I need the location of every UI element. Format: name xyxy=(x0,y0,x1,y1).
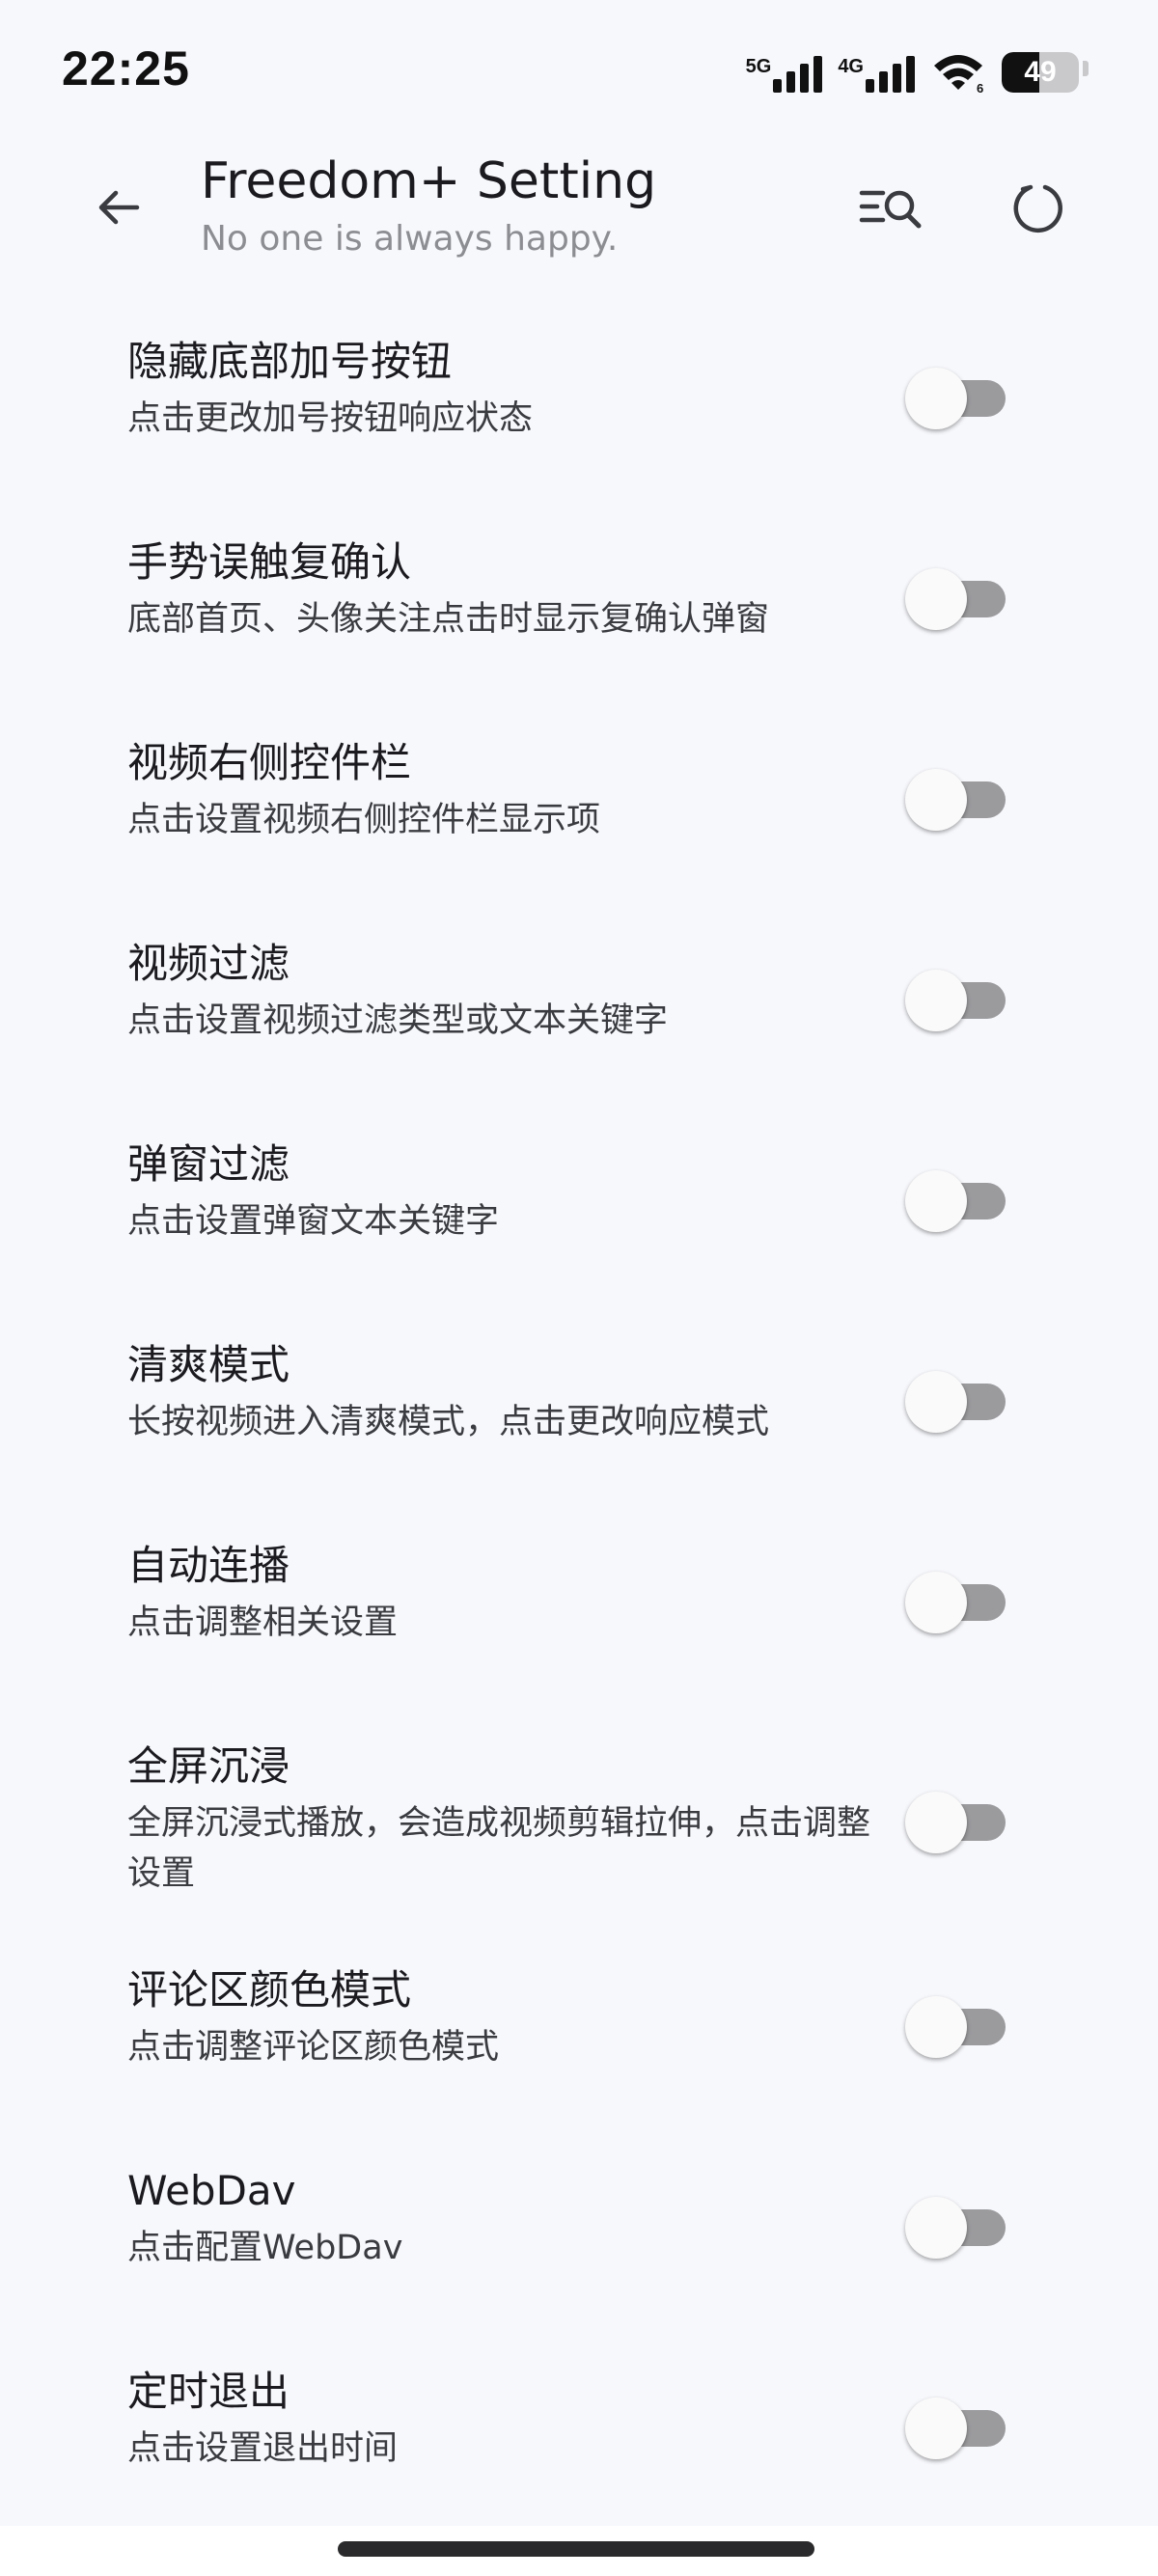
setting-text: 全屏沉浸全屏沉浸式播放，会造成视频剪辑拉伸，点击调整设置 xyxy=(127,1739,890,1899)
title-block: Freedom+ Setting No one is always happy. xyxy=(201,151,656,262)
setting-title: 隐藏底部加号按钮 xyxy=(127,338,453,385)
toggle-switch[interactable] xyxy=(903,2397,1009,2459)
setting-title: 视频过滤 xyxy=(127,940,290,987)
setting-item[interactable]: 视频过滤点击设置视频过滤类型或文本关键字 xyxy=(0,930,1158,1131)
setting-title: 清爽模式 xyxy=(127,1341,290,1388)
list-search-icon xyxy=(859,190,922,229)
setting-item[interactable]: 弹窗过滤点击设置弹窗文本关键字 xyxy=(0,1131,1158,1331)
setting-description: 点击更改加号按钮响应状态 xyxy=(127,399,534,438)
setting-text: 弹窗过滤点击设置弹窗文本关键字 xyxy=(127,1137,890,1247)
setting-title: 评论区颜色模式 xyxy=(127,1966,412,2014)
setting-text: 隐藏底部加号按钮点击更改加号按钮响应状态 xyxy=(127,334,890,444)
signal-bars-icon xyxy=(773,54,823,93)
setting-title: 弹窗过滤 xyxy=(127,1140,290,1188)
search-button[interactable] xyxy=(853,170,930,247)
setting-text: 定时退出点击设置退出时间 xyxy=(127,2364,890,2474)
setting-item[interactable]: WebDav 点击配置WebDav xyxy=(0,2157,1158,2358)
toggle-switch[interactable] xyxy=(903,969,1009,1031)
setting-title: 全屏沉浸 xyxy=(127,1742,290,1790)
setting-description: 点击调整相关设置 xyxy=(127,1603,399,1642)
setting-text: WebDav 点击配置WebDav xyxy=(127,2163,890,2273)
setting-item[interactable]: 清爽模式长按视频进入清爽模式，点击更改响应模式 xyxy=(0,1331,1158,1532)
setting-description: 点击配置WebDav xyxy=(127,2229,403,2267)
refresh-icon xyxy=(1013,184,1062,233)
status-bar: 22:25 5G 4G 6 49 xyxy=(0,0,1158,135)
setting-item[interactable]: 手势误触复确认底部首页、头像关注点击时显示复确认弹窗 xyxy=(0,529,1158,729)
network-5g-label: 5G xyxy=(745,56,772,77)
setting-text: 视频右侧控件栏点击设置视频右侧控件栏显示项 xyxy=(127,735,890,845)
setting-title: 定时退出 xyxy=(127,2368,290,2415)
setting-description: 长按视频进入清爽模式，点击更改响应模式 xyxy=(127,1403,770,1441)
battery-percent: 49 xyxy=(1024,56,1057,88)
switch-thumb xyxy=(905,970,967,1031)
switch-thumb xyxy=(905,2398,967,2459)
setting-description: 点击调整评论区颜色模式 xyxy=(127,2028,500,2067)
toggle-switch[interactable] xyxy=(903,1370,1009,1433)
setting-title: 手势误触复确认 xyxy=(127,538,412,586)
setting-text: 手势误触复确认底部首页、头像关注点击时显示复确认弹窗 xyxy=(127,534,890,644)
home-indicator[interactable] xyxy=(338,2541,814,2557)
signal-5g-group: 5G xyxy=(746,54,823,93)
switch-thumb xyxy=(905,2197,967,2259)
setting-description: 底部首页、头像关注点击时显示复确认弹窗 xyxy=(127,600,770,639)
wifi-badge: 6 xyxy=(977,81,983,93)
back-button[interactable] xyxy=(85,174,152,241)
setting-text: 视频过滤点击设置视频过滤类型或文本关键字 xyxy=(127,936,890,1046)
setting-description: 点击设置弹窗文本关键字 xyxy=(127,1202,500,1241)
setting-description: 全屏沉浸式播放，会造成视频剪辑拉伸，点击调整设置 xyxy=(127,1804,871,1893)
setting-description: 点击设置退出时间 xyxy=(127,2429,399,2468)
switch-thumb xyxy=(905,368,967,429)
switch-thumb xyxy=(905,1371,967,1433)
network-4g-label: 4G xyxy=(838,56,864,77)
toggle-switch[interactable] xyxy=(903,1571,1009,1633)
setting-text: 清爽模式长按视频进入清爽模式，点击更改响应模式 xyxy=(127,1337,890,1447)
toggle-switch[interactable] xyxy=(903,1169,1009,1232)
settings-list: 隐藏底部加号按钮点击更改加号按钮响应状态手势误触复确认底部首页、头像关注点击时显… xyxy=(0,328,1158,2559)
toggle-switch[interactable] xyxy=(903,1995,1009,2058)
switch-thumb xyxy=(905,1572,967,1633)
battery-cap xyxy=(1083,61,1089,76)
app-screen: 22:25 5G 4G 6 49 Freedom+ Setting No one… xyxy=(0,0,1158,2576)
switch-thumb xyxy=(905,1996,967,2058)
app-bar: Freedom+ Setting No one is always happy. xyxy=(0,135,1158,289)
setting-title: 视频右侧控件栏 xyxy=(127,739,412,786)
page-subtitle: No one is always happy. xyxy=(201,219,619,259)
toggle-switch[interactable] xyxy=(903,768,1009,831)
status-icons: 5G 4G 6 49 xyxy=(746,44,1089,93)
setting-text: 评论区颜色模式点击调整评论区颜色模式 xyxy=(127,1962,890,2072)
toggle-switch[interactable] xyxy=(903,1791,1009,1853)
battery-icon: 49 xyxy=(1002,52,1079,93)
setting-item[interactable]: 自动连播点击调整相关设置 xyxy=(0,1532,1158,1733)
setting-item[interactable]: 隐藏底部加号按钮点击更改加号按钮响应状态 xyxy=(0,328,1158,529)
switch-thumb xyxy=(905,568,967,630)
signal-4g-group: 4G xyxy=(838,54,915,93)
page-title: Freedom+ Setting xyxy=(201,152,657,210)
refresh-button[interactable] xyxy=(1000,170,1077,247)
toggle-switch[interactable] xyxy=(903,567,1009,630)
toggle-switch[interactable] xyxy=(903,2196,1009,2259)
arrow-back-icon xyxy=(98,190,140,225)
setting-item[interactable]: 评论区颜色模式点击调整评论区颜色模式 xyxy=(0,1957,1158,2157)
setting-description: 点击设置视频右侧控件栏显示项 xyxy=(127,801,601,839)
setting-item[interactable]: 全屏沉浸全屏沉浸式播放，会造成视频剪辑拉伸，点击调整设置 xyxy=(0,1733,1158,1957)
setting-title: WebDav xyxy=(127,2167,296,2214)
setting-title: 自动连播 xyxy=(127,1542,290,1589)
setting-item[interactable]: 视频右侧控件栏点击设置视频右侧控件栏显示项 xyxy=(0,729,1158,930)
status-time: 22:25 xyxy=(62,41,190,96)
signal-bars-icon xyxy=(866,54,915,93)
switch-thumb xyxy=(905,769,967,831)
switch-thumb xyxy=(905,1170,967,1232)
toggle-switch[interactable] xyxy=(903,367,1009,429)
setting-text: 自动连播点击调整相关设置 xyxy=(127,1538,890,1648)
setting-description: 点击设置视频过滤类型或文本关键字 xyxy=(127,1001,669,1040)
switch-thumb xyxy=(905,1792,967,1853)
wifi-icon: 6 xyxy=(934,55,983,93)
